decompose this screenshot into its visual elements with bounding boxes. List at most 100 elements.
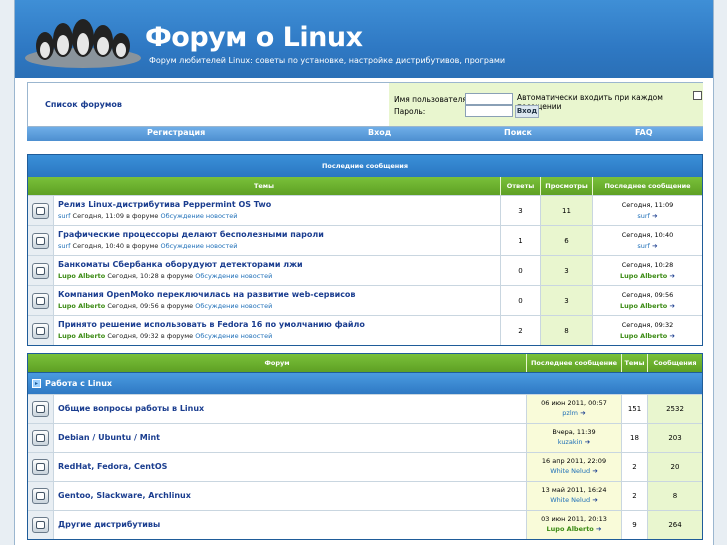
goto-last-post-icon[interactable]: ➔	[590, 496, 597, 504]
goto-last-post-icon[interactable]: ➔	[667, 272, 675, 280]
forum-last-post-cell: 16 апр 2011, 22:09 White Nelud ➔	[527, 453, 622, 481]
topic-forum-link[interactable]: Обсуждение новостей	[195, 302, 272, 310]
forum-row: Общие вопросы работы в Linux 06 июн 2011,…	[28, 394, 702, 423]
site-description: Форум любителей Linux: советы по установ…	[149, 56, 506, 65]
topic-title-link[interactable]: Банкоматы Сбербанка оборудуют детекторам…	[58, 260, 496, 269]
col-replies: Ответы	[501, 177, 541, 195]
forum-posts-count: 264	[648, 511, 702, 539]
penguins-logo-icon	[25, 19, 141, 68]
username-field[interactable]	[465, 93, 513, 105]
topic-title-link[interactable]: Релиз Linux-дистрибутива Peppermint OS T…	[58, 200, 496, 209]
forum-row: Debian / Ubuntu / Mint Вчера, 11:39 kuzaki…	[28, 423, 702, 452]
recent-posts-rows: Релиз Linux-дистрибутива Peppermint OS T…	[28, 195, 702, 345]
topic-forum-link[interactable]: Обсуждение новостей	[160, 242, 237, 250]
forum-row: Другие дистрибутивы 03 июн 2011, 20:13 Lup…	[28, 510, 702, 539]
icon-cell	[28, 424, 54, 452]
last-post-user-link[interactable]: surf	[637, 212, 649, 220]
nav-search[interactable]: Поиск	[504, 128, 532, 137]
forum-title-link[interactable]: Debian / Ubuntu / Mint	[58, 433, 522, 442]
goto-last-post-icon[interactable]: ➔	[590, 467, 597, 475]
forum-title-link[interactable]: Gentoo, Slackware, Archlinux	[58, 491, 522, 500]
forum-cell: RedHat, Fedora, CentOS	[54, 453, 527, 481]
nav-login[interactable]: Вход	[368, 128, 391, 137]
goto-last-post-icon[interactable]: ➔	[578, 409, 585, 417]
last-post-cell: Сегодня, 10:28 Lupo Alberto ➔	[593, 256, 702, 285]
goto-last-post-icon[interactable]: ➔	[594, 525, 601, 533]
forums-table: Форум Последнее сообщение Темы Сообщения…	[27, 353, 703, 540]
nav-faq[interactable]: FAQ	[635, 128, 653, 137]
password-label: Пароль:	[394, 107, 426, 116]
topic-cell: Графические процессоры делают бесполезны…	[54, 226, 501, 255]
topic-title-link[interactable]: Компания OpenMoko переключилась на разви…	[58, 290, 496, 299]
last-post-user-link[interactable]: Lupo Alberto	[620, 332, 667, 340]
forum-last-user-wrap: pzlm ➔	[527, 409, 621, 417]
forum-title-link[interactable]: Общие вопросы работы в Linux	[58, 404, 522, 413]
username-label: Имя пользователя:	[394, 95, 470, 104]
autologin-checkbox[interactable]	[693, 91, 702, 100]
forum-title-link[interactable]: Другие дистрибутивы	[58, 520, 522, 529]
login-button[interactable]: Вход	[515, 105, 539, 118]
forum-cell: Gentoo, Slackware, Archlinux	[54, 482, 527, 510]
forum-row: Gentoo, Slackware, Archlinux 13 май 2011,…	[28, 481, 702, 510]
topic-author-link[interactable]: Lupo Alberto	[58, 302, 105, 310]
last-post-user-wrap: Lupo Alberto ➔	[593, 302, 702, 310]
topic-in-forum: в форуме	[160, 272, 194, 280]
nav-register[interactable]: Регистрация	[147, 128, 205, 137]
folder-icon	[32, 401, 49, 417]
last-post-user-link[interactable]: Lupo Alberto	[620, 302, 667, 310]
goto-last-post-icon[interactable]: ➔	[650, 212, 657, 220]
last-post-user-link[interactable]: surf	[637, 242, 649, 250]
col-forum: Форум	[28, 354, 527, 372]
goto-last-post-icon[interactable]: ➔	[650, 242, 657, 250]
forums-header: Форум Последнее сообщение Темы Сообщения	[28, 354, 702, 372]
last-post-user-link[interactable]: Lupo Alberto	[620, 272, 667, 280]
topic-author-link[interactable]: surf	[58, 212, 70, 220]
forum-topics-count: 9	[622, 511, 648, 539]
topic-in-forum: в форуме	[160, 332, 194, 340]
icon-cell	[28, 453, 54, 481]
forum-cell: Общие вопросы работы в Linux	[54, 395, 527, 423]
col-last-post: Последнее сообщение	[604, 182, 691, 190]
topic-title-link[interactable]: Графические процессоры делают бесполезны…	[58, 230, 496, 239]
topic-author-link[interactable]: Lupo Alberto	[58, 332, 105, 340]
category-row[interactable]: ▸ Работа с Linux	[28, 372, 702, 394]
goto-last-post-icon[interactable]: ➔	[583, 438, 590, 446]
forum-cell: Debian / Ubuntu / Mint	[54, 424, 527, 452]
goto-last-post-icon[interactable]: ➔	[667, 332, 675, 340]
topic-title-link[interactable]: Принято решение использовать в Fedora 16…	[58, 320, 496, 329]
forum-last-user-link[interactable]: Lupo Alberto	[547, 525, 594, 533]
forum-title-link[interactable]: RedHat, Fedora, CentOS	[58, 462, 522, 471]
forum-last-post-cell: 03 июн 2011, 20:13 Lupo Alberto ➔	[527, 511, 622, 539]
folder-icon	[32, 488, 49, 504]
topic-forum-link[interactable]: Обсуждение новостей	[195, 332, 272, 340]
topic-forum-link[interactable]: Обсуждение новостей	[195, 272, 272, 280]
folder-icon	[32, 517, 49, 533]
forum-last-post-date: 06 июн 2011, 00:57	[541, 399, 607, 407]
topic-date: Сегодня, 09:56	[107, 302, 159, 310]
folder-icon	[32, 459, 49, 475]
topic-author-link[interactable]: Lupo Alberto	[58, 272, 105, 280]
topic-cell: Принято решение использовать в Fedora 16…	[54, 316, 501, 345]
forum-last-user-link[interactable]: kuzakin	[558, 438, 583, 446]
topic-meta: surf Сегодня, 11:09 в форуме Обсуждение …	[58, 212, 496, 220]
table-row: Банкоматы Сбербанка оборудуют детекторам…	[28, 255, 702, 285]
password-field[interactable]	[465, 105, 513, 117]
category-title[interactable]: Работа с Linux	[45, 379, 112, 388]
recent-posts-table: Последние сообщения Темы Ответы Просмотр…	[27, 154, 703, 346]
icon-cell	[28, 482, 54, 510]
forum-last-user-wrap: kuzakin ➔	[527, 438, 621, 446]
topic-author-link[interactable]: surf	[58, 242, 70, 250]
folder-icon	[32, 292, 49, 309]
goto-last-post-icon[interactable]: ➔	[667, 302, 675, 310]
forum-rows: Общие вопросы работы в Linux 06 июн 2011,…	[28, 394, 702, 539]
forum-list-link[interactable]: Список форумов	[45, 100, 122, 109]
forum-last-user-link[interactable]: White Nelud	[550, 467, 590, 475]
site-title[interactable]: Форум о Linux	[145, 22, 363, 53]
forum-last-user-link[interactable]: White Nelud	[550, 496, 590, 504]
last-post-cell: Сегодня, 10:40 surf ➔	[593, 226, 702, 255]
page: Форум о Linux Форум любителей Linux: сов…	[14, 0, 714, 545]
topic-forum-link[interactable]: Обсуждение новостей	[160, 212, 237, 220]
forum-topics-count: 2	[622, 482, 648, 510]
forum-row: RedHat, Fedora, CentOS 16 апр 2011, 22:09…	[28, 452, 702, 481]
forum-last-user-link[interactable]: pzlm	[562, 409, 578, 417]
